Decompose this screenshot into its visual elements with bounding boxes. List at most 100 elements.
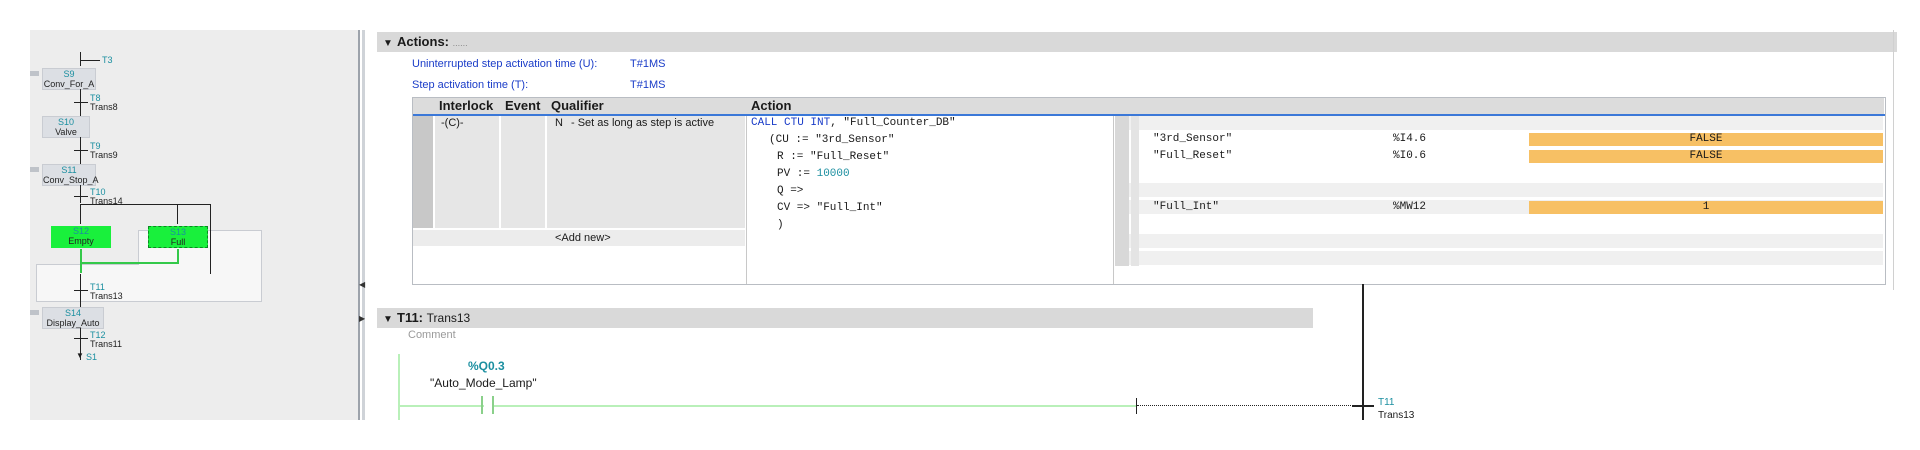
qualifier-text: - Set as long as step is active — [571, 117, 715, 129]
nav-transition-bar — [74, 102, 88, 103]
watch-row — [1115, 183, 1883, 198]
rung-line — [398, 405, 1136, 407]
col-event[interactable]: Event — [501, 98, 547, 114]
row-selector[interactable] — [413, 116, 433, 228]
watch-address: %MW12 — [1393, 201, 1427, 213]
add-new-link[interactable]: <Add new> — [555, 232, 611, 244]
comment-field[interactable]: Comment — [408, 329, 456, 341]
nav-transition-name[interactable]: Trans13 — [90, 292, 123, 301]
sequence-line — [1362, 284, 1364, 420]
step-time-value[interactable]: T#1MS — [630, 79, 665, 91]
nav-transition-name[interactable]: Trans8 — [90, 103, 118, 112]
actions-title: Actions: — [397, 34, 449, 49]
watch-row — [1115, 234, 1883, 249]
nav-link — [177, 204, 178, 224]
collapse-triangle-icon[interactable]: ▼ — [377, 34, 397, 54]
actions-section-header[interactable]: ▼ Actions: ...... — [377, 32, 1897, 52]
qualifier-code[interactable]: N — [555, 117, 563, 129]
uninterrupted-time-label: Uninterrupted step activation time (U): — [412, 58, 598, 70]
nav-active-link — [80, 249, 82, 273]
contact-tag[interactable]: "Auto_Mode_Lamp" — [430, 376, 537, 390]
nav-link — [80, 52, 81, 66]
qualifier-cell[interactable] — [547, 116, 745, 228]
interlock-coil[interactable]: -(C)- — [441, 117, 464, 129]
nav-transition-bar — [74, 338, 88, 339]
transition-end-name: Trans13 — [1378, 410, 1415, 421]
transition-bar — [1352, 405, 1374, 407]
nav-link — [80, 60, 100, 61]
watch-gutter — [1115, 116, 1129, 266]
nav-link — [80, 185, 81, 203]
watch-row — [1115, 251, 1883, 266]
step-marker-icon — [30, 310, 39, 315]
code-line-7[interactable]: ) — [777, 219, 784, 231]
actions-subtitle: ...... — [452, 38, 468, 48]
nav-link — [80, 204, 81, 224]
nav-step-s9[interactable]: S9 Conv_For_A — [42, 68, 96, 90]
expand-right-icon[interactable]: ▶ — [359, 314, 365, 323]
nav-transition-name[interactable]: Trans11 — [90, 340, 122, 349]
nav-transition-bar — [74, 290, 88, 291]
dotted-connection — [1137, 405, 1357, 406]
power-rail — [398, 354, 400, 420]
code-watch-divider — [1113, 116, 1114, 284]
step-marker-icon — [30, 167, 39, 172]
col-qualifier[interactable]: Qualifier — [547, 98, 747, 114]
code-line-1[interactable]: CALL CTU INT, "Full_Counter_DB" — [751, 117, 956, 129]
watch-tag: "Full_Int" — [1153, 201, 1220, 213]
graph-navigator: T3 S9 Conv_For_A T8 Trans8 S10 Valve T9 … — [30, 30, 360, 420]
nav-transition-t3: T3 — [102, 55, 113, 65]
rung-end-marker — [1136, 398, 1137, 414]
transition-title: T11: — [397, 310, 424, 325]
step-marker-icon — [30, 71, 39, 76]
contact-right-bar — [492, 396, 494, 414]
watch-address: %I4.6 — [1393, 133, 1427, 145]
nav-step-s14[interactable]: S14 Display_Auto — [42, 307, 104, 329]
code-line-4[interactable]: PV := 10000 — [777, 168, 850, 180]
collapse-left-icon[interactable]: ◀ — [359, 280, 365, 289]
col-interlock[interactable]: Interlock — [435, 98, 501, 114]
uninterrupted-time-value[interactable]: T#1MS — [630, 58, 665, 70]
collapse-triangle-icon[interactable]: ▼ — [377, 310, 397, 330]
col-divider — [746, 116, 747, 284]
event-cell[interactable] — [501, 116, 545, 228]
nav-step-s10[interactable]: S10 Valve — [42, 116, 90, 138]
nav-transition-bar — [74, 196, 88, 197]
watch-row — [1115, 116, 1883, 131]
nav-branch-line — [80, 204, 210, 205]
watch-address: %I0.6 — [1393, 150, 1427, 162]
col-action[interactable]: Action — [747, 98, 1884, 114]
nav-step-s13-active[interactable]: S13 Full — [148, 226, 208, 248]
transition-end-num: T11 — [1378, 397, 1395, 408]
pane-splitter[interactable] — [358, 30, 360, 420]
nav-link — [210, 204, 211, 274]
code-line-2[interactable]: (CU := "3rd_Sensor" — [769, 134, 894, 146]
jump-arrow-icon: ▼ — [76, 351, 84, 360]
code-line-6[interactable]: CV => "Full_Int" — [777, 202, 883, 214]
right-border — [1893, 30, 1894, 290]
actions-table: Interlock Event Qualifier Action -(C)- N… — [412, 97, 1886, 285]
transition-section-header[interactable]: ▼ T11: Trans13 — [377, 308, 1313, 328]
nav-step-s12-active[interactable]: S12 Empty — [51, 226, 111, 248]
nav-active-link — [80, 262, 179, 264]
pane-splitter-handle[interactable] — [362, 30, 365, 420]
code-line-5[interactable]: Q => — [777, 185, 803, 197]
watch-tag: "3rd_Sensor" — [1153, 133, 1233, 145]
interlock-cell[interactable] — [435, 116, 499, 228]
watch-gutter — [1131, 116, 1139, 266]
nav-step-s11[interactable]: S11 Conv_Stop_A — [42, 164, 99, 186]
watch-value: FALSE — [1529, 150, 1883, 163]
transition-name: Trans13 — [426, 311, 471, 325]
contact-address[interactable]: %Q0.3 — [468, 359, 505, 373]
watch-value: 1 — [1529, 201, 1883, 214]
nav-transition-bar — [74, 150, 88, 151]
watch-value: FALSE — [1529, 133, 1883, 146]
code-line-3[interactable]: R := "Full_Reset" — [777, 151, 889, 163]
watch-tag: "Full_Reset" — [1153, 150, 1233, 162]
nav-jump-target[interactable]: S1 — [86, 353, 97, 362]
step-time-label: Step activation time (T): — [412, 79, 529, 91]
contact-left-bar — [481, 396, 483, 414]
nav-transition-name[interactable]: Trans9 — [90, 151, 118, 160]
row-header-col — [413, 98, 435, 114]
nav-active-link — [177, 249, 179, 263]
